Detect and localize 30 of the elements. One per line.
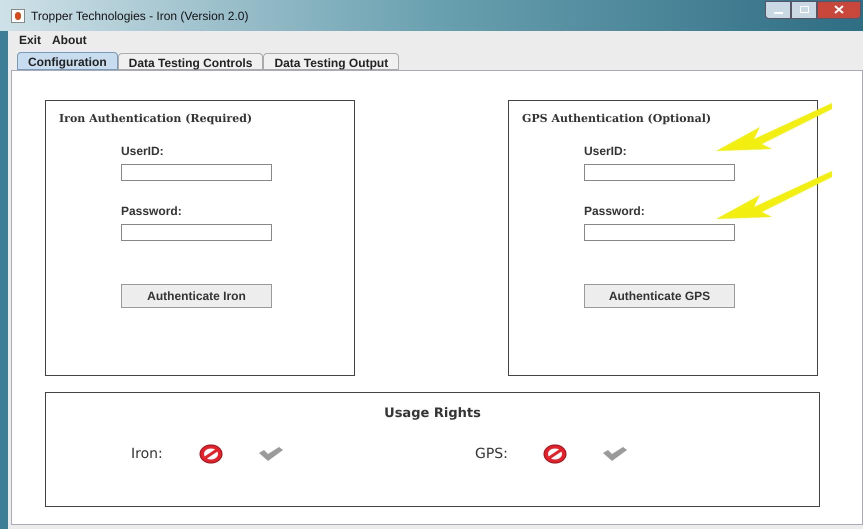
- authenticate-button[interactable]: Authenticate Iron: [121, 284, 272, 308]
- panel-title: Iron Authentication (Required): [59, 111, 254, 127]
- authenticate-button[interactable]: Authenticate GPS: [584, 284, 735, 308]
- field-label: UserID:: [121, 142, 165, 160]
- maximize-button[interactable]: [791, 0, 817, 18]
- panel-title: Usage Rights: [384, 405, 481, 423]
- close-icon: [834, 5, 844, 14]
- field-label: Password:: [584, 202, 646, 220]
- field-label: UserID:: [584, 142, 628, 160]
- input-field[interactable]: [121, 224, 272, 240]
- input-field[interactable]: [584, 164, 735, 180]
- menu-item[interactable]: About: [52, 30, 87, 48]
- check-icon: [602, 446, 628, 462]
- window-title: Tropper Technologies - Iron (Version 2.0): [31, 8, 248, 24]
- tab[interactable]: Data Testing Controls: [118, 53, 264, 70]
- menu-item[interactable]: Exit: [19, 30, 42, 48]
- usage-label: Iron:: [131, 444, 164, 464]
- java-icon: [11, 8, 25, 22]
- usage-label: GPS:: [475, 444, 509, 464]
- field-label: Password:: [121, 202, 183, 220]
- close-button[interactable]: [817, 0, 861, 18]
- minimize-button[interactable]: [765, 0, 791, 18]
- prohibited-icon: [199, 444, 223, 464]
- input-field[interactable]: [121, 164, 272, 180]
- check-icon: [258, 446, 284, 462]
- tab[interactable]: Configuration: [17, 52, 118, 70]
- input-field[interactable]: [584, 224, 735, 240]
- prohibited-icon: [543, 444, 567, 464]
- panel-title: GPS Authentication (Optional): [522, 111, 712, 127]
- tab[interactable]: Data Testing Output: [263, 53, 400, 70]
